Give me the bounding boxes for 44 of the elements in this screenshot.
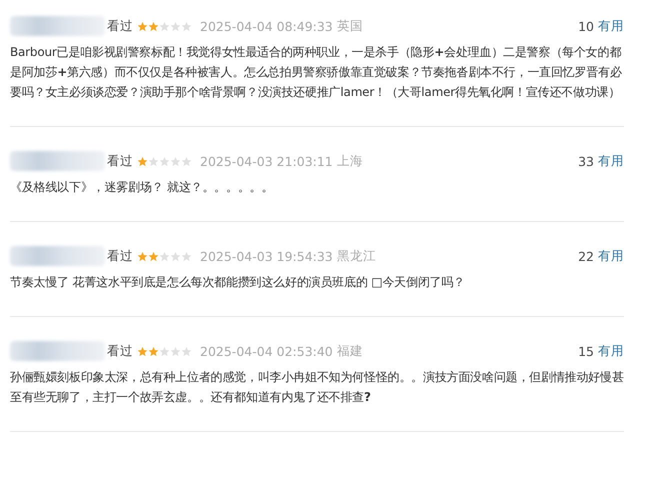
useful-link[interactable]: 有用 [598,342,624,360]
star-icon [181,250,192,262]
star-icon [148,20,159,32]
star-icon [159,156,170,166]
review-text: 节奏太慢了 花菁这水平到底是怎么每次都能攒到这么好的演员班底的 □今天倒闭了吗？ [10,274,466,291]
vote-count: 33 [578,154,594,168]
review-text: 孙俪甄嬛刻板印象太深，总有种上位者的感觉，叫李小冉姐不知为何怪怪的。。演技方面没啥问题，但剧情推动好慢甚至有些无聊了，主打一个故弄玄虚。。还有都知道有内鬼了还不排查? [10,369,624,406]
star-icon [148,346,159,356]
star-icon [170,20,181,32]
review-text: Barbour已是咱影视剧警察标配！我觉得女性最适合的两种职业，一是杀手（隐形+会处理血）二是警察（每个女的都是阿加莎+第六感）而不仅仅是各种被害人。怎么总拍男警察骄傲靠直觉破案？节奏拖沓剧本不行，一直回忆罗晋有必要吗？女主必须谈恋爱？演助手那个啥背景啊？没演技还硬推广lamer！（大哥lamer得先氧化啊！宣传还不做功课） [10,44,623,101]
review-time: 2025-04-03 19:54:33 [200,248,333,264]
star-icon [137,250,148,262]
star-icon [137,346,148,356]
star-icon [181,20,192,32]
star-icon [148,250,159,262]
star-icon [159,346,170,356]
useful-link[interactable]: 有用 [598,248,624,264]
watch-status: 看过 [107,342,133,360]
star-icon [170,156,181,166]
review-location: 上海 [336,152,363,170]
star-icon [137,156,148,166]
watch-status: 看过 [107,248,133,264]
review-time: 2025-04-03 21:03:11 [200,154,333,168]
review-text: 《及格线以下》，迷雾剧场？ 就这？。。。。。。 [10,179,274,196]
review-time: 2025-04-04 02:53:40 [200,344,333,358]
star-icon [148,156,159,166]
vote-count: 15 [578,344,594,358]
star-icon [170,250,181,262]
star-icon [181,156,192,166]
vote-count: 10 [578,18,594,34]
star-icon [170,346,181,356]
useful-link[interactable]: 有用 [598,18,624,34]
watch-status: 看过 [107,18,133,34]
review-location: 福建 [336,342,363,360]
watch-status: 看过 [107,152,133,170]
review-time: 2025-04-04 08:49:33 [200,18,333,34]
star-icon [159,20,170,32]
review-location: 黑龙江 [336,248,376,264]
star-icon [137,20,148,32]
useful-link[interactable]: 有用 [598,152,624,170]
review-location: 英国 [336,18,363,34]
star-icon [181,346,192,356]
star-icon [159,250,170,262]
vote-count: 22 [578,248,594,264]
